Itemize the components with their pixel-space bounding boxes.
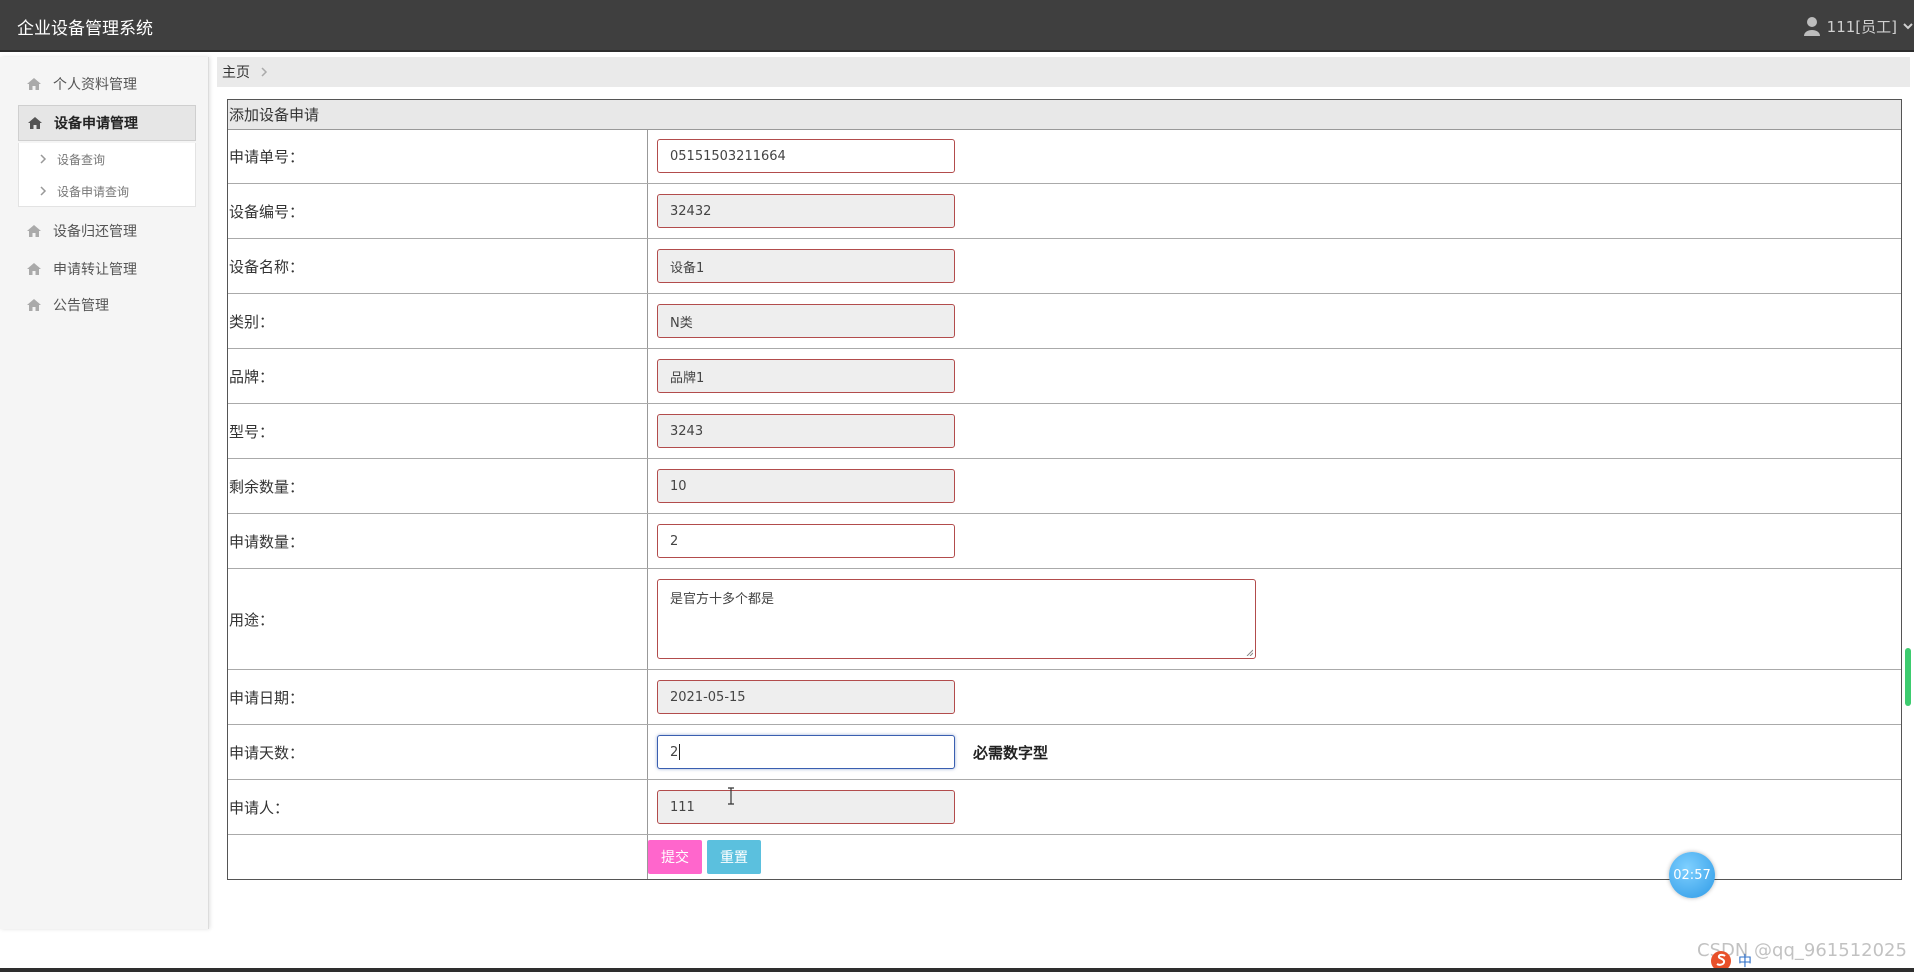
form-actions-row: 提交 重置 bbox=[228, 835, 1901, 879]
scroll-indicator[interactable] bbox=[1905, 648, 1911, 706]
field-label: 型号： bbox=[229, 423, 275, 441]
home-icon bbox=[28, 117, 42, 129]
sidebar-submenu: 设备查询 设备申请查询 bbox=[18, 143, 196, 207]
home-icon bbox=[27, 299, 41, 311]
submit-button[interactable]: 提交 bbox=[648, 840, 702, 874]
sidebar-item-label: 设备归还管理 bbox=[53, 224, 137, 240]
sidebar-item-label: 公告管理 bbox=[53, 298, 109, 314]
field-label: 设备编号： bbox=[229, 203, 305, 221]
field-label: 类别： bbox=[229, 313, 275, 331]
form-row: 设备编号： 32432 bbox=[228, 184, 1901, 239]
remaining-quantity-input[interactable]: 10 bbox=[657, 469, 955, 503]
apply-days-input[interactable]: 2 bbox=[657, 735, 955, 769]
form-row: 申请数量： 2 bbox=[228, 514, 1901, 569]
form-row: 用途： 是官方十多个都是 bbox=[228, 569, 1901, 670]
reset-button[interactable]: 重置 bbox=[707, 840, 761, 874]
resize-grip-icon[interactable] bbox=[1245, 648, 1253, 656]
apply-date-input[interactable]: 2021-05-15 bbox=[657, 680, 955, 714]
sidebar-subitem-label: 设备申请查询 bbox=[57, 184, 130, 199]
brand-input[interactable]: 品牌1 bbox=[657, 359, 955, 393]
device-name-input[interactable]: 设备1 bbox=[657, 249, 955, 283]
application-form: 添加设备申请 申请单号： 05151503211664 设备编号： 32432 … bbox=[227, 99, 1902, 880]
chevron-right-icon bbox=[40, 186, 47, 196]
field-label: 申请数量： bbox=[229, 533, 305, 551]
field-label: 申请天数： bbox=[229, 744, 305, 762]
user-icon bbox=[1803, 17, 1820, 36]
form-row: 类别： N类 bbox=[228, 294, 1901, 349]
field-label: 剩余数量： bbox=[229, 478, 305, 496]
text-cursor-icon bbox=[728, 787, 734, 805]
category-input[interactable]: N类 bbox=[657, 304, 955, 338]
home-icon bbox=[27, 78, 41, 90]
chevron-right-icon bbox=[40, 154, 47, 164]
applicant-input[interactable]: 111 bbox=[657, 790, 955, 824]
form-row: 申请日期： 2021-05-15 bbox=[228, 670, 1901, 725]
chevron-right-icon bbox=[261, 67, 268, 77]
form-title-row: 添加设备申请 bbox=[228, 100, 1901, 130]
form-title: 添加设备申请 bbox=[229, 106, 320, 124]
form-row: 剩余数量： 10 bbox=[228, 459, 1901, 514]
application-number-input[interactable]: 05151503211664 bbox=[657, 139, 955, 173]
sidebar-item-device-application[interactable]: 设备申请管理 bbox=[18, 105, 196, 141]
home-icon bbox=[27, 263, 41, 275]
field-label: 申请日期： bbox=[229, 689, 305, 707]
form-row: 申请天数： 2 必需数字型 bbox=[228, 725, 1901, 780]
user-menu[interactable]: 111[员工] bbox=[1803, 15, 1914, 37]
purpose-text: 是官方十多个都是 bbox=[670, 592, 775, 607]
field-label: 品牌： bbox=[229, 368, 275, 386]
bottom-border bbox=[0, 968, 1914, 972]
sidebar: 个人资料管理 设备申请管理 设备查询 设备申请查询 设备归还管理 申请转让管理 … bbox=[0, 57, 209, 929]
apply-days-value: 2 bbox=[670, 744, 679, 760]
app-title: 企业设备管理系统 bbox=[17, 19, 153, 39]
home-icon bbox=[27, 225, 41, 237]
text-caret bbox=[679, 744, 681, 760]
validation-hint: 必需数字型 bbox=[973, 744, 1049, 762]
purpose-textarea[interactable]: 是官方十多个都是 bbox=[657, 579, 1256, 659]
form-row: 型号： 3243 bbox=[228, 404, 1901, 459]
apply-quantity-input[interactable]: 2 bbox=[657, 524, 955, 558]
field-label: 用途： bbox=[229, 611, 275, 629]
sidebar-item-transfer[interactable]: 申请转让管理 bbox=[18, 251, 196, 287]
chevron-down-icon bbox=[1903, 23, 1913, 30]
user-label: 111[员工] bbox=[1826, 17, 1897, 36]
sidebar-item-label: 个人资料管理 bbox=[53, 77, 137, 93]
sidebar-subitem-device-query[interactable]: 设备查询 bbox=[19, 145, 195, 173]
form-row: 申请人： 111 bbox=[228, 780, 1901, 835]
form-row: 设备名称： 设备1 bbox=[228, 239, 1901, 294]
field-label: 申请单号： bbox=[229, 148, 305, 166]
sidebar-item-device-return[interactable]: 设备归还管理 bbox=[18, 213, 196, 249]
field-label: 设备名称： bbox=[229, 258, 305, 276]
breadcrumb: 主页 bbox=[217, 57, 1910, 87]
breadcrumb-home[interactable]: 主页 bbox=[222, 62, 250, 82]
top-navbar: 企业设备管理系统 111[员工] bbox=[0, 0, 1914, 52]
sidebar-item-label: 申请转让管理 bbox=[53, 262, 137, 278]
form-row: 申请单号： 05151503211664 bbox=[228, 129, 1901, 184]
recording-timer[interactable]: 02:57 bbox=[1669, 852, 1715, 898]
sidebar-item-profile[interactable]: 个人资料管理 bbox=[18, 66, 196, 102]
field-label: 申请人： bbox=[229, 799, 290, 817]
device-number-input[interactable]: 32432 bbox=[657, 194, 955, 228]
sidebar-subitem-application-query[interactable]: 设备申请查询 bbox=[19, 177, 195, 205]
sidebar-item-announcements[interactable]: 公告管理 bbox=[18, 287, 196, 323]
form-row: 品牌： 品牌1 bbox=[228, 349, 1901, 404]
sidebar-subitem-label: 设备查询 bbox=[57, 152, 106, 167]
sidebar-item-label: 设备申请管理 bbox=[54, 116, 138, 132]
model-input[interactable]: 3243 bbox=[657, 414, 955, 448]
